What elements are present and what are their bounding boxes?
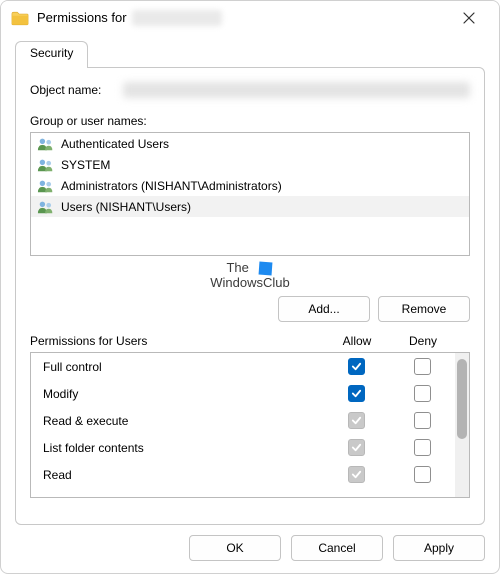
allow-checkbox[interactable]: [348, 412, 365, 429]
group-user-names-label: Group or user names:: [30, 114, 470, 128]
watermark: The WindowsClub: [30, 260, 470, 290]
allow-checkbox[interactable]: [348, 385, 365, 402]
permission-row: Read & execute: [31, 407, 455, 434]
watermark-line2: WindowsClub: [210, 275, 289, 290]
permission-name: Read: [43, 468, 323, 482]
allow-checkbox[interactable]: [348, 439, 365, 456]
deny-checkbox[interactable]: [414, 358, 431, 375]
users-icon: [37, 136, 55, 152]
watermark-line1: The: [226, 260, 248, 275]
group-user-names-list[interactable]: Authenticated Users SYSTEM Administrator…: [30, 132, 470, 256]
principal-label: Authenticated Users: [61, 137, 169, 151]
ok-button[interactable]: OK: [189, 535, 281, 561]
cancel-button[interactable]: Cancel: [291, 535, 383, 561]
window-title-prefix: Permissions for: [37, 10, 127, 25]
permission-row: List folder contents: [31, 434, 455, 461]
principal-administrators[interactable]: Administrators (NISHANT\Administrators): [31, 175, 469, 196]
principal-users[interactable]: Users (NISHANT\Users): [31, 196, 469, 217]
principal-label: SYSTEM: [61, 158, 110, 172]
tab-strip: Security: [15, 41, 485, 67]
watermark-logo-icon: [258, 262, 272, 276]
permission-row: Modify: [31, 380, 455, 407]
permissions-header: Permissions for Users Allow Deny: [30, 334, 470, 348]
deny-checkbox[interactable]: [414, 439, 431, 456]
allow-checkbox[interactable]: [348, 466, 365, 483]
dialog-footer: OK Cancel Apply: [1, 525, 499, 573]
users-icon: [37, 157, 55, 173]
permission-name: List folder contents: [43, 441, 323, 455]
tab-security[interactable]: Security: [15, 41, 88, 68]
permission-row: Full control: [31, 353, 455, 380]
principal-label: Users (NISHANT\Users): [61, 200, 191, 214]
permission-name: Modify: [43, 387, 323, 401]
principal-system[interactable]: SYSTEM: [31, 154, 469, 175]
allow-checkbox[interactable]: [348, 358, 365, 375]
folder-icon: [11, 11, 29, 26]
close-button[interactable]: [447, 3, 491, 33]
permission-name: Full control: [43, 360, 323, 374]
permission-row: Read: [31, 461, 455, 488]
add-button[interactable]: Add...: [278, 296, 370, 322]
allow-column-header: Allow: [324, 334, 390, 348]
deny-checkbox[interactable]: [414, 385, 431, 402]
window-title: Permissions for: [37, 10, 222, 27]
users-icon: [37, 178, 55, 194]
permissions-for-label: Permissions for Users: [30, 334, 324, 348]
permission-name: Read & execute: [43, 414, 323, 428]
permissions-dialog: Permissions for Security Object name: Gr…: [0, 0, 500, 574]
apply-button[interactable]: Apply: [393, 535, 485, 561]
object-name-label: Object name:: [30, 83, 101, 97]
deny-column-header: Deny: [390, 334, 456, 348]
remove-button[interactable]: Remove: [378, 296, 470, 322]
principal-label: Administrators (NISHANT\Administrators): [61, 179, 282, 193]
permissions-scrollbar[interactable]: [455, 353, 469, 497]
permissions-list: Full control Modify Read & execute List fol…: [30, 352, 470, 498]
deny-checkbox[interactable]: [414, 466, 431, 483]
scrollbar-thumb[interactable]: [457, 359, 467, 439]
principal-authenticated-users[interactable]: Authenticated Users: [31, 133, 469, 154]
users-icon: [37, 199, 55, 215]
security-tab-panel: Object name: Group or user names: Authen…: [15, 67, 485, 525]
deny-checkbox[interactable]: [414, 412, 431, 429]
window-title-target-blurred: [132, 10, 222, 26]
object-name-value-blurred: [123, 82, 470, 98]
titlebar: Permissions for: [1, 1, 499, 35]
close-icon: [463, 12, 475, 24]
